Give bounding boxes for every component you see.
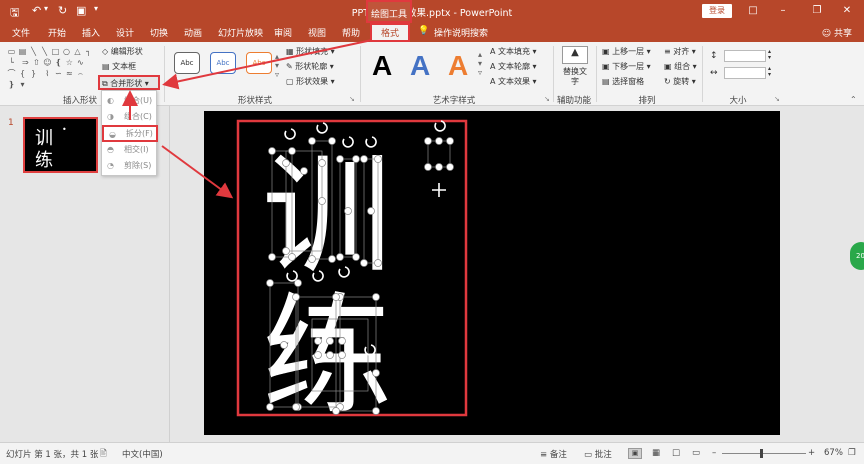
spellcheck-icon[interactable]: 🖹 — [100, 448, 107, 462]
slideshow-view-icon[interactable]: ▭ — [692, 448, 700, 458]
zoom-in-icon[interactable]: + — [808, 448, 815, 458]
normal-view-icon[interactable]: ▣ — [628, 448, 642, 459]
zoom-slider[interactable] — [722, 453, 806, 454]
slide-sorter-icon[interactable]: ▦ — [652, 448, 660, 458]
notes-button[interactable]: ≡ 备注 — [540, 448, 567, 460]
arrow-fragment-to-slide — [161, 145, 234, 199]
notes-label: 备注 — [549, 450, 567, 460]
comment-icon: ▭ — [584, 450, 595, 460]
zoom-slider-thumb[interactable] — [760, 449, 763, 458]
fit-to-window-icon[interactable]: ❐ — [848, 448, 856, 458]
powerpoint-window: 🖫 ↶ ▾ ↻ ▣ ▾ PPT文字拆分效果.pptx - PowerPoint … — [0, 0, 864, 464]
comments-label: 批注 — [594, 450, 612, 460]
side-badge[interactable]: 20 — [850, 242, 864, 270]
slide-info: 幻灯片 第 1 张，共 1 张 — [6, 450, 99, 460]
arrow-format-to-merge — [162, 39, 373, 90]
comments-button[interactable]: ▭ 批注 — [584, 448, 612, 460]
annotation-overlay — [122, 39, 373, 199]
zoom-out-icon[interactable]: – — [712, 448, 716, 458]
reading-view-icon[interactable]: □ — [672, 448, 680, 458]
notes-icon: ≡ — [540, 450, 550, 460]
language-status[interactable]: 中文(中国) — [122, 448, 163, 460]
zoom-level[interactable]: 67% — [824, 448, 843, 458]
status-bar: 幻灯片 第 1 张，共 1 张 🖹 中文(中国) ≡ 备注 ▭ 批注 ▣ ▦ □… — [0, 442, 864, 464]
